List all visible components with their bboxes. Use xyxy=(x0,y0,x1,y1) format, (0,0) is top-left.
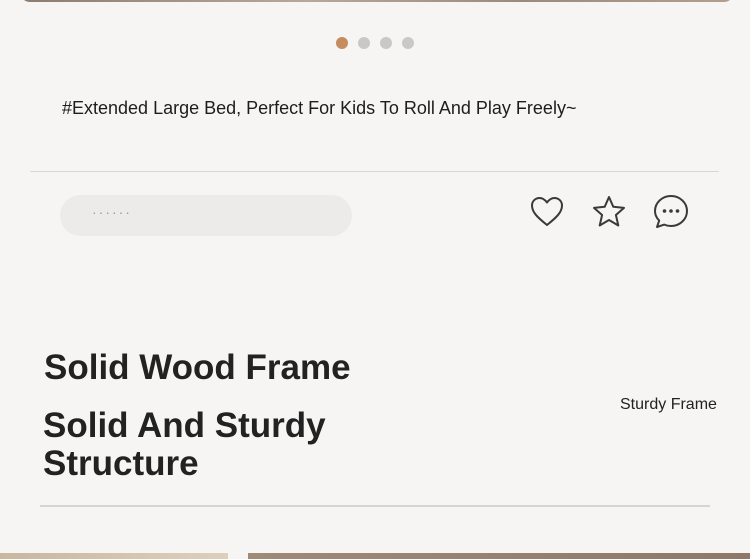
product-image-bottom-right xyxy=(248,553,750,559)
carousel-dot-2[interactable] xyxy=(358,37,370,49)
carousel-dot-3[interactable] xyxy=(380,37,392,49)
product-image-bottom-left xyxy=(0,553,228,559)
carousel-indicator xyxy=(336,37,414,49)
feature-tag: Sturdy Frame xyxy=(620,396,717,413)
comment-placeholder: ······ xyxy=(92,204,132,220)
carousel-dot-4[interactable] xyxy=(402,37,414,49)
carousel-dot-1[interactable] xyxy=(336,37,348,49)
star-icon[interactable] xyxy=(591,194,627,230)
divider xyxy=(40,505,710,507)
feature-subtitle: Solid And Sturdy Structure xyxy=(43,406,326,483)
product-image-top xyxy=(20,0,734,2)
feature-title: Solid Wood Frame xyxy=(44,348,351,387)
post-caption: #Extended Large Bed, Perfect For Kids To… xyxy=(62,98,577,118)
comment-input[interactable]: ······ xyxy=(60,195,352,236)
divider xyxy=(30,171,719,172)
chat-bubble-icon[interactable] xyxy=(653,194,689,230)
heart-icon[interactable] xyxy=(529,194,565,230)
